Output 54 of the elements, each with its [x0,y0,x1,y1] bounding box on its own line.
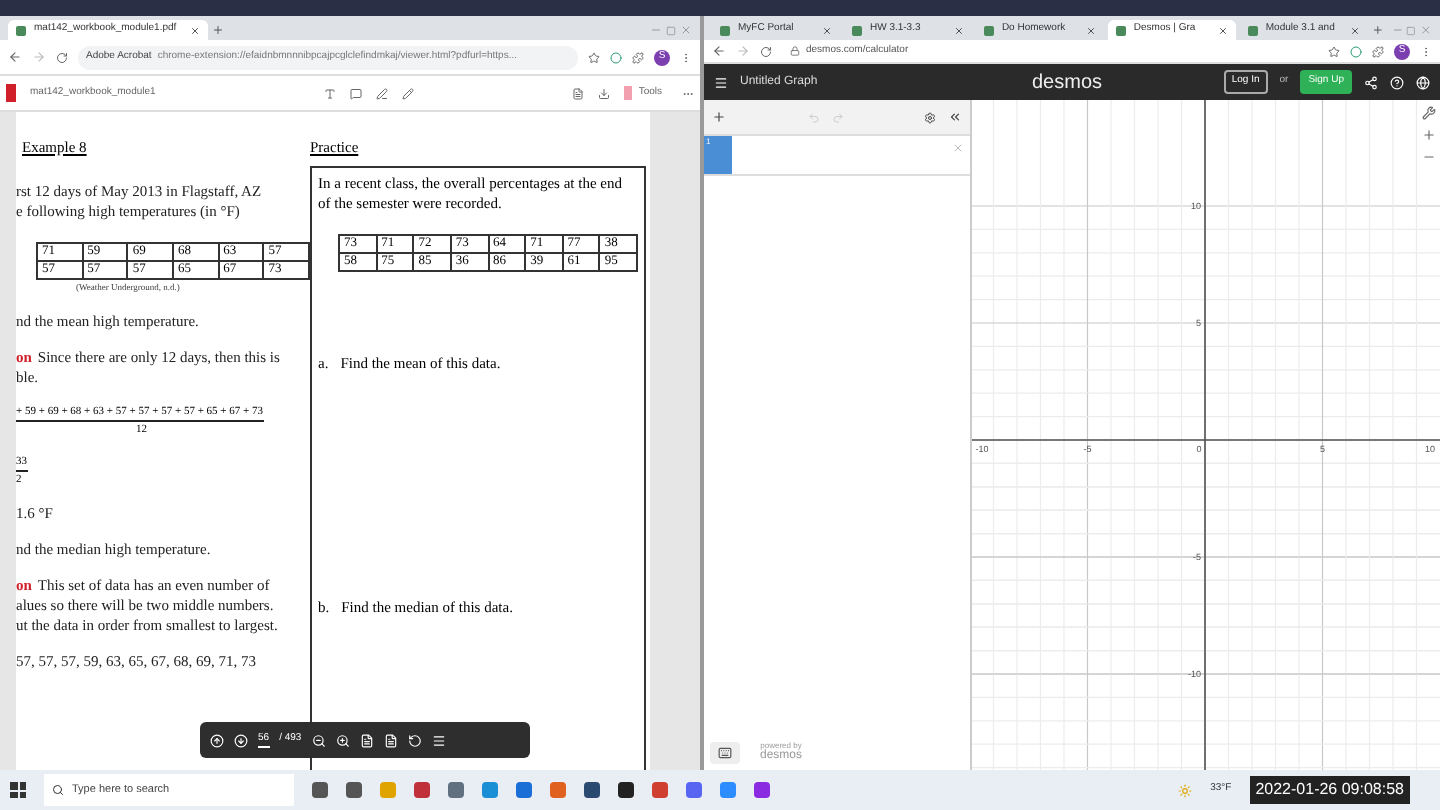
keyboard-button[interactable] [710,741,740,763]
tab-favicon-icon [851,25,862,35]
menu-icon[interactable] [714,75,728,89]
collapse-icon[interactable] [948,110,962,124]
globe-icon[interactable] [1416,75,1430,89]
reload-icon[interactable] [56,51,68,63]
extensions-icon[interactable] [1372,45,1384,57]
settings-icon[interactable] [924,111,936,123]
tab-favicon-icon [16,25,26,35]
zoom-in-icon[interactable] [335,733,350,747]
desmos-logo: desmos [1032,69,1103,97]
pdf-app-icon [6,84,16,102]
extension-icon[interactable] [610,51,622,63]
windows-start-icon[interactable] [10,782,26,798]
bookmark-star-icon[interactable] [1328,45,1340,57]
taskbar-app-icon[interactable] [346,782,362,798]
new-tab-icon[interactable] [1371,24,1384,36]
timestamp-overlay: 2022-01-26 09:08:58 [1249,776,1410,804]
back-icon[interactable] [712,44,726,58]
tab-favicon-icon [1247,25,1258,35]
new-tab-icon[interactable] [212,24,224,36]
add-item-icon[interactable] [712,110,726,124]
download-icon[interactable] [598,87,611,99]
zoom-out-icon[interactable] [311,733,326,747]
back-icon[interactable] [8,50,22,64]
keyboard-icon [718,745,732,759]
taskbar-app-icon[interactable] [312,782,328,798]
help-icon[interactable] [1390,75,1404,89]
search-icon [52,784,64,796]
pencil-icon[interactable] [402,87,414,99]
menu-icon[interactable] [431,733,446,747]
previous-page-icon[interactable] [210,733,224,747]
document-icon[interactable] [572,87,585,99]
extensions-icon[interactable] [632,51,644,63]
page-width-icon[interactable] [383,733,398,747]
taskbar-app-icon[interactable] [754,782,770,798]
weather-icon [1178,783,1193,797]
rotate-icon[interactable] [407,733,422,747]
page-fit-icon[interactable] [359,733,374,747]
text-tool-icon[interactable] [324,87,336,99]
taskbar-app-icon[interactable] [584,782,600,798]
reload-icon[interactable] [760,45,772,57]
tab-favicon-icon [983,25,994,35]
next-page-icon[interactable] [234,733,248,747]
tab-favicon-icon [1115,25,1126,35]
extension-icon[interactable] [1350,45,1362,57]
bookmark-star-icon[interactable] [588,51,600,63]
taskbar-app-icon[interactable] [618,782,634,798]
tab-favicon-icon [720,25,730,35]
comment-icon[interactable] [350,87,362,99]
lock-icon [790,46,800,56]
highlight-icon[interactable] [376,87,388,99]
wrench-icon[interactable] [1422,106,1436,120]
share-icon[interactable] [1364,75,1378,89]
